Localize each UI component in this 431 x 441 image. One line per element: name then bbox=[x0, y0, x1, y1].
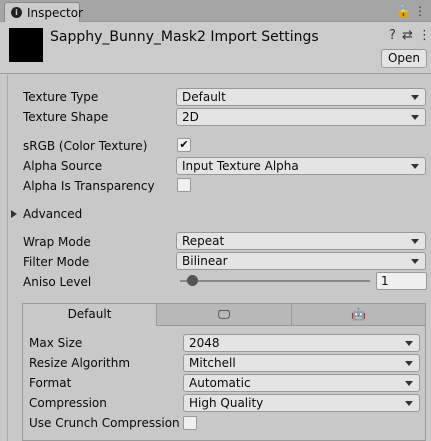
chevron-down-icon bbox=[405, 381, 413, 386]
aniso-level-slider[interactable] bbox=[180, 280, 370, 282]
max-size-value: 2048 bbox=[189, 336, 220, 350]
compression-value: High Quality bbox=[189, 396, 264, 410]
alpha-source-label: Alpha Source bbox=[23, 159, 103, 173]
inspector-header: Sapphy_Bunny_Mask2 Import Settings ? ⇄ ⋮… bbox=[0, 22, 431, 74]
foldout-arrow-icon[interactable] bbox=[11, 210, 17, 218]
texture-shape-value: 2D bbox=[182, 110, 199, 124]
srgb-checkbox[interactable]: ✔ bbox=[177, 138, 191, 152]
tab-menu-icon[interactable]: ⋮ bbox=[414, 4, 426, 18]
tab-default[interactable]: Default bbox=[23, 304, 157, 326]
chevron-down-icon bbox=[405, 361, 413, 366]
aniso-level-label: Aniso Level bbox=[23, 275, 92, 289]
use-crunch-checkbox[interactable] bbox=[183, 416, 197, 430]
texture-type-label: Texture Type bbox=[23, 90, 99, 104]
info-icon: i bbox=[11, 7, 22, 18]
platform-tabs: Default 🖵 🤖 bbox=[23, 304, 425, 326]
chevron-down-icon bbox=[411, 95, 419, 100]
filter-mode-label: Filter Mode bbox=[23, 255, 90, 269]
texture-type-value: Default bbox=[182, 90, 226, 104]
alpha-is-transparency-label: Alpha Is Transparency bbox=[23, 179, 155, 193]
texture-shape-dropdown[interactable]: 2D bbox=[176, 108, 426, 126]
texture-shape-label: Texture Shape bbox=[23, 110, 109, 124]
tab-standalone[interactable]: 🖵 bbox=[157, 304, 292, 326]
texture-type-dropdown[interactable]: Default bbox=[176, 88, 426, 106]
chevron-down-icon bbox=[411, 164, 419, 169]
alpha-source-dropdown[interactable]: Input Texture Alpha bbox=[176, 157, 426, 175]
tab-inspector-label: Inspector bbox=[27, 6, 83, 20]
android-icon: 🤖 bbox=[351, 307, 366, 321]
chevron-down-icon bbox=[405, 341, 413, 346]
filter-mode-dropdown[interactable]: Bilinear bbox=[176, 252, 426, 270]
advanced-foldout[interactable]: Advanced bbox=[23, 207, 82, 221]
tab-default-label: Default bbox=[67, 307, 112, 321]
aniso-level-input[interactable]: 1 bbox=[376, 272, 427, 290]
format-dropdown[interactable]: Automatic bbox=[183, 374, 420, 392]
texture-thumbnail bbox=[9, 28, 43, 62]
max-size-dropdown[interactable]: 2048 bbox=[183, 334, 420, 352]
platform-settings: Default 🖵 🤖 Max Size 2048 Resize Algorit… bbox=[22, 303, 426, 441]
lock-icon[interactable]: 🔒 bbox=[396, 4, 411, 18]
resize-algorithm-label: Resize Algorithm bbox=[29, 356, 131, 370]
alpha-source-value: Input Texture Alpha bbox=[182, 159, 299, 173]
use-crunch-label: Use Crunch Compression bbox=[29, 416, 180, 430]
wrap-mode-value: Repeat bbox=[182, 234, 225, 248]
monitor-icon: 🖵 bbox=[218, 307, 230, 321]
compression-label: Compression bbox=[29, 396, 107, 410]
filter-mode-value: Bilinear bbox=[182, 254, 228, 268]
chevron-down-icon bbox=[411, 239, 419, 244]
tab-bar: i Inspector 🔒 ⋮ bbox=[0, 0, 431, 22]
max-size-label: Max Size bbox=[29, 336, 83, 350]
aniso-level-slider-thumb[interactable] bbox=[187, 275, 198, 286]
chevron-down-icon bbox=[411, 115, 419, 120]
tab-inspector[interactable]: i Inspector bbox=[4, 2, 83, 22]
chevron-down-icon bbox=[405, 401, 413, 406]
page-title: Sapphy_Bunny_Mask2 Import Settings bbox=[50, 29, 319, 45]
wrap-mode-label: Wrap Mode bbox=[23, 235, 91, 249]
tab-android[interactable]: 🤖 bbox=[292, 304, 425, 326]
compression-dropdown[interactable]: High Quality bbox=[183, 394, 420, 412]
help-icon[interactable]: ? bbox=[389, 28, 396, 43]
header-menu-icon[interactable]: ⋮ bbox=[418, 28, 431, 43]
format-label: Format bbox=[29, 376, 72, 390]
srgb-label: sRGB (Color Texture) bbox=[23, 139, 148, 153]
preset-icon[interactable]: ⇄ bbox=[402, 28, 413, 43]
resize-algorithm-value: Mitchell bbox=[189, 356, 236, 370]
open-button[interactable]: Open bbox=[381, 49, 427, 68]
format-value: Automatic bbox=[189, 376, 251, 390]
chevron-down-icon bbox=[411, 259, 419, 264]
checkmark-icon: ✔ bbox=[179, 138, 189, 151]
resize-algorithm-dropdown[interactable]: Mitchell bbox=[183, 354, 420, 372]
wrap-mode-dropdown[interactable]: Repeat bbox=[176, 232, 426, 250]
alpha-is-transparency-checkbox[interactable] bbox=[177, 178, 191, 192]
